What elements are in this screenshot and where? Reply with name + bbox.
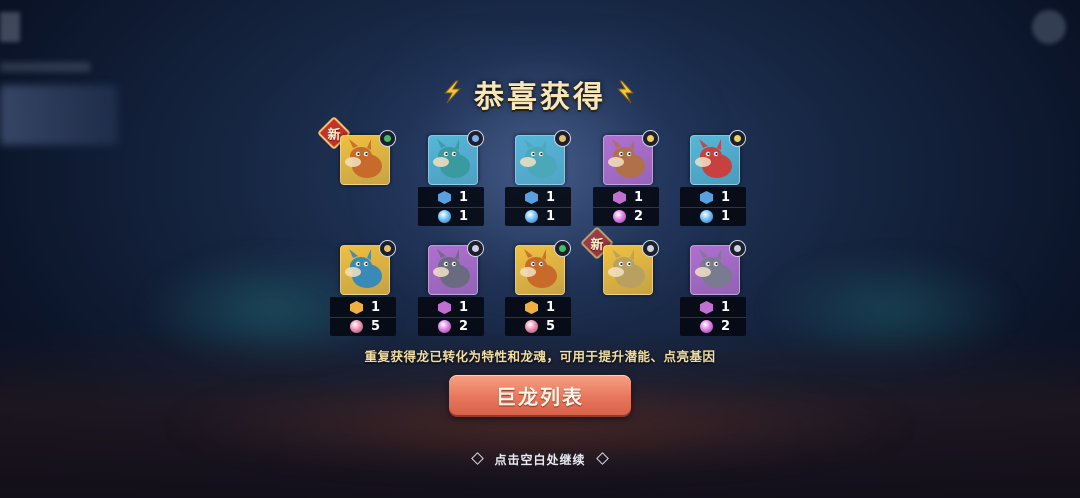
dragon-card[interactable] [428,130,484,185]
trait-icon [525,301,538,314]
soul-reward-row: 5 [330,317,396,336]
trait-count: 1 [459,300,469,315]
soul-count: 1 [721,209,731,224]
duplicate-reward: 15 [330,297,396,336]
dragon-soul-icon [700,320,713,333]
soul-reward-row: 1 [680,207,746,226]
element-icon [554,240,571,257]
lightning-right-icon [616,80,635,104]
new-badge: 新 [320,119,348,147]
dragon-soul-icon [525,210,538,223]
dragon-soul-icon [700,210,713,223]
soul-count: 5 [371,319,381,334]
element-icon [729,130,746,147]
soul-count: 2 [721,319,731,334]
duplicate-reward: 15 [505,297,571,336]
soul-count: 2 [634,209,644,224]
trait-count: 1 [371,300,381,315]
soul-count: 1 [546,209,556,224]
trait-count: 1 [721,190,731,205]
soul-reward-row: 1 [418,207,484,226]
trait-icon [700,191,713,204]
trait-icon [438,191,451,204]
dragon-card[interactable] [690,130,746,185]
trait-icon [350,301,363,314]
dragon-soul-icon [438,320,451,333]
trait-icon [700,301,713,314]
duplicate-reward: 11 [505,187,571,226]
trait-reward-row: 1 [418,188,484,208]
dragon-soul-icon [350,320,363,333]
dragon-card[interactable] [428,240,484,295]
trait-count: 1 [459,190,469,205]
element-icon [467,130,484,147]
trait-icon [525,191,538,204]
soul-reward-row: 1 [505,207,571,226]
soul-count: 5 [546,319,556,334]
dragon-list-button[interactable]: 巨龙列表 [449,375,631,415]
dragon-card[interactable] [603,130,659,185]
trait-reward-row: 1 [680,188,746,208]
soul-count: 1 [459,209,469,224]
element-icon [379,240,396,257]
trait-count: 1 [546,190,556,205]
element-icon [554,130,571,147]
duplicate-reward: 11 [418,187,484,226]
trait-reward-row: 1 [418,298,484,318]
continue-label: 点击空白处继续 [494,453,586,467]
dragon-soul-icon [525,320,538,333]
trait-reward-row: 1 [593,188,659,208]
dragon-card[interactable] [340,240,396,295]
duplicate-reward: 12 [418,297,484,336]
trait-count: 1 [721,300,731,315]
trait-reward-row: 1 [330,298,396,318]
page-title: 恭喜获得 [474,80,606,115]
trait-reward-row: 1 [505,188,571,208]
conversion-hint: 重复获得龙已转化为特性和龙魂，可用于提升潜能、点亮基因 [364,349,716,364]
soul-reward-row: 2 [680,317,746,336]
element-icon [642,240,659,257]
soul-reward-row: 5 [505,317,571,336]
element-icon [467,240,484,257]
diamond-left-icon [471,452,485,465]
trait-count: 1 [634,190,644,205]
element-icon [379,130,396,147]
trait-icon [438,301,451,314]
duplicate-reward: 12 [680,297,746,336]
element-icon [729,240,746,257]
dragon-soul-icon [438,210,451,223]
soul-reward-row: 2 [418,317,484,336]
soul-count: 2 [459,319,469,334]
tap-to-continue[interactable]: 点击空白处继续 [0,451,1080,468]
diamond-right-icon [595,452,609,465]
dragon-soul-icon [613,210,626,223]
dragon-card[interactable] [515,240,571,295]
soul-reward-row: 2 [593,207,659,226]
trait-icon [613,191,626,204]
trait-count: 1 [546,300,556,315]
dragon-card[interactable] [515,130,571,185]
trait-reward-row: 1 [680,298,746,318]
element-icon [642,130,659,147]
duplicate-reward: 11 [680,187,746,226]
duplicate-reward: 12 [593,187,659,226]
trait-reward-row: 1 [505,298,571,318]
dragon-card[interactable] [690,240,746,295]
new-badge: 新 [583,229,611,257]
